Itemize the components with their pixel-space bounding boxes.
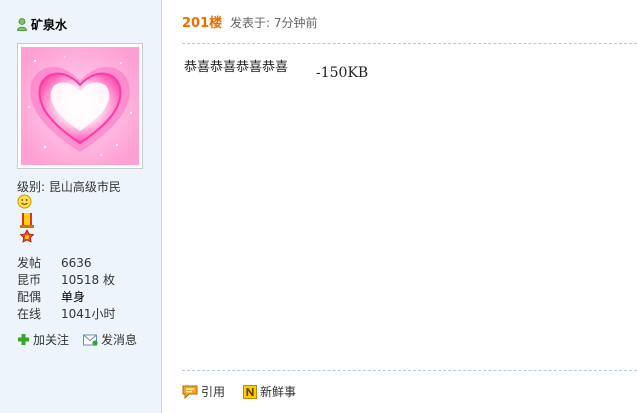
- stat-posts: 发帖 6636: [17, 255, 116, 272]
- medal-icon: [19, 213, 35, 243]
- post-content-line1: 恭喜恭喜恭喜恭喜: [184, 60, 289, 75]
- n-badge-icon: [243, 384, 258, 399]
- post-content-line2: -150KB: [316, 65, 369, 81]
- user-icon: [17, 17, 27, 31]
- header-divider: [182, 43, 637, 44]
- plus-icon: [18, 334, 29, 345]
- stat-coins: 昆币 10518 枚: [17, 272, 116, 289]
- footer-divider: [182, 370, 637, 371]
- post-time: 发表于: 7分钟前: [229, 16, 318, 30]
- quote-label: 引用: [201, 385, 226, 399]
- stat-key: 昆币: [17, 273, 42, 287]
- stat-value: 6636: [61, 256, 92, 270]
- quote-bubble-icon: [182, 385, 198, 399]
- message-button[interactable]: 发消息: [83, 331, 137, 348]
- post-header: 201楼 发表于: 7分钟前: [182, 14, 317, 32]
- stat-value: 单身: [61, 290, 86, 304]
- stat-value: 10518 枚: [61, 273, 115, 287]
- user-level: 级别: 昆山高级市民: [17, 180, 121, 194]
- stat-key: 在线: [17, 307, 42, 321]
- message-label: 发消息: [101, 333, 138, 347]
- envelope-icon: [83, 334, 98, 346]
- user-stats: 发帖 6636 昆币 10518 枚 配偶 单身 在线 1041小时: [17, 255, 116, 323]
- new-story-label: 新鲜事: [260, 385, 297, 399]
- username-row: 矿泉水: [17, 16, 67, 32]
- user-actions: 加关注 发消息: [17, 331, 137, 348]
- username-link[interactable]: 矿泉水: [31, 16, 67, 33]
- user-panel: 矿泉水 级别: 昆山高级市民 发帖 6636 昆币 10518 枚 配偶 单身 …: [0, 0, 162, 413]
- follow-button[interactable]: 加关注: [17, 331, 69, 348]
- post-footer: 引用 新鲜事: [182, 383, 296, 400]
- floor-number: 201楼: [182, 16, 223, 31]
- smile-icon: [17, 194, 32, 209]
- quote-button[interactable]: 引用: [182, 383, 225, 400]
- heart-avatar: [21, 47, 139, 165]
- follow-label: 加关注: [33, 333, 70, 347]
- stat-key: 发帖: [17, 256, 42, 270]
- new-story-button[interactable]: 新鲜事: [243, 383, 296, 400]
- stat-online: 在线 1041小时: [17, 306, 116, 323]
- avatar[interactable]: [17, 43, 143, 169]
- stat-key: 配偶: [17, 290, 42, 304]
- stat-spouse: 配偶 单身: [17, 289, 116, 306]
- stat-value: 1041小时: [61, 307, 116, 321]
